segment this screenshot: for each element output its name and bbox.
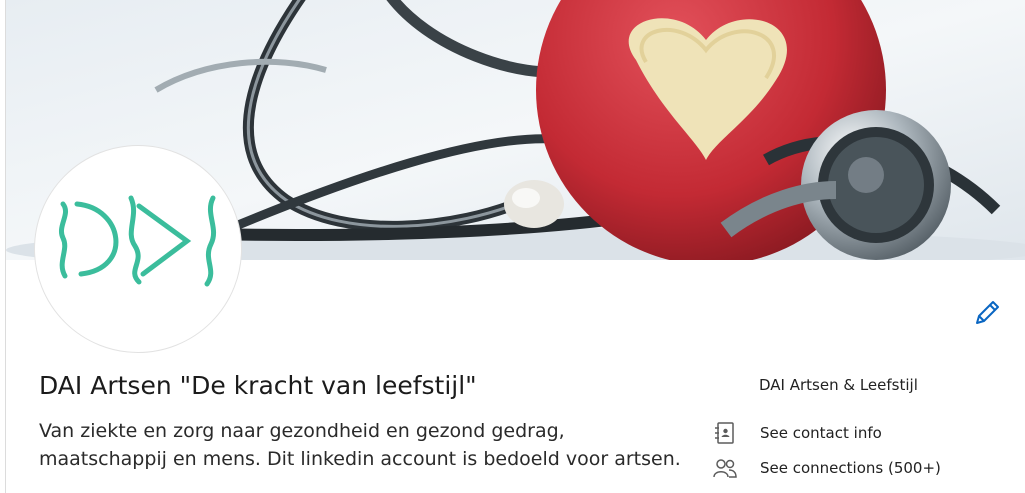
contact-info-label[interactable]: See contact info xyxy=(760,424,882,442)
connections-label[interactable]: See connections (500+) xyxy=(760,459,941,477)
contact-card-icon xyxy=(712,421,738,445)
dai-logo-icon xyxy=(59,195,217,287)
contact-info-link[interactable]: See contact info xyxy=(712,420,882,446)
profile-card: DAI Artsen "De kracht van leefstijl" Van… xyxy=(0,0,1025,493)
people-icon xyxy=(712,456,738,480)
profile-headline: Van ziekte en zorg naar gezondheid en ge… xyxy=(39,420,681,470)
connections-link[interactable]: See connections (500+) xyxy=(712,455,941,481)
profile-name: DAI Artsen "De kracht van leefstijl" xyxy=(39,371,477,400)
edit-profile-button[interactable] xyxy=(970,296,1004,330)
current-company[interactable]: DAI Artsen & Leefstijl xyxy=(759,376,918,394)
pencil-icon xyxy=(976,301,999,324)
company-logo-avatar[interactable] xyxy=(34,145,242,353)
